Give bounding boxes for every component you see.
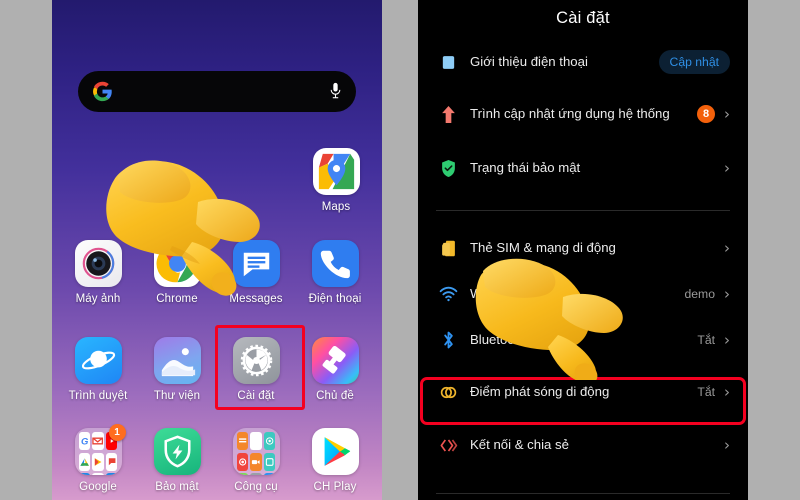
app-messages[interactable]: Messages [218, 240, 294, 305]
settings-row-label: Bluetooth [470, 331, 526, 347]
app-camera[interactable]: Máy ảnh [60, 240, 136, 305]
wifi-icon [432, 286, 464, 302]
left-phone-home-screen: Maps Máy ảnh Chrome Messages Điện thoại … [52, 0, 382, 500]
settings-group-1: Giới thiệu điện thoại Cập nhật Trình cập… [418, 40, 748, 192]
app-chrome[interactable]: Chrome [139, 240, 215, 305]
app-label: Chủ đề [316, 390, 354, 402]
phone-info-icon [432, 54, 464, 71]
sim-card-icon [432, 239, 464, 258]
settings-row-label: Kết nối & chia sẻ [470, 436, 569, 452]
app-label: Máy ảnh [75, 293, 121, 305]
connection-share-icon [432, 436, 464, 455]
app-grid: Maps Máy ảnh Chrome Messages Điện thoại … [52, 0, 382, 500]
update-count-badge: 8 [697, 105, 715, 123]
app-phone[interactable]: Điện thoại [297, 240, 373, 305]
chevron-right-icon: › [724, 284, 730, 303]
system-update-arrow-icon [432, 105, 464, 124]
settings-row-label: Thẻ SIM & mạng di động [470, 239, 616, 255]
bluetooth-icon [432, 330, 464, 350]
app-label: Chrome [156, 293, 198, 305]
settings-row-value: Tắt [697, 333, 715, 347]
app-folder-google[interactable]: G 1 Google [60, 424, 136, 493]
screenshot-stage: Maps Máy ảnh Chrome Messages Điện thoại … [0, 0, 800, 500]
app-label: Messages [229, 293, 283, 305]
settings-row-bluetooth[interactable]: Bluetooth Tắt › [418, 317, 748, 363]
google-folder-icon: G 1 [74, 424, 126, 475]
settings-row-wlan[interactable]: WLAN demo › [418, 271, 748, 317]
gallery-icon [153, 337, 201, 384]
phone-icon [311, 240, 359, 287]
app-label: Công cụ [234, 481, 278, 493]
svg-text:G: G [80, 436, 88, 447]
app-label: Bảo mật [155, 481, 199, 493]
settings-group-2: Thẻ SIM & mạng di động › WLAN demo › Blu… [418, 225, 748, 469]
settings-row-label: Trình cập nhật ứng dụng hệ thống [470, 105, 670, 121]
right-phone-settings-screen: Cài đặt Giới thiệu điện thoại Cập nhật T… [418, 0, 748, 500]
app-label: CH Play [313, 481, 357, 493]
app-gallery[interactable]: Thư viện [139, 337, 215, 402]
browser-icon [74, 337, 122, 384]
highlight-box-settings-app [215, 325, 305, 410]
update-button[interactable]: Cập nhật [658, 50, 730, 74]
folder-badge: 1 [108, 424, 126, 441]
chevron-right-icon: › [724, 238, 730, 257]
app-maps[interactable]: Maps [298, 148, 374, 213]
security-check-shield-icon [432, 159, 464, 178]
settings-row-system-updater[interactable]: Trình cập nhật ứng dụng hệ thống 8 › [418, 84, 748, 144]
play-store-icon [311, 428, 359, 475]
settings-row-value: demo [684, 287, 716, 301]
settings-row-label: WLAN [470, 285, 509, 301]
messages-icon [232, 240, 280, 287]
settings-row-label: Trạng thái bảo mật [470, 159, 581, 175]
chevron-right-icon: › [724, 158, 730, 177]
chevron-right-icon: › [724, 330, 730, 349]
app-folder-tools[interactable]: Công cụ [218, 428, 294, 493]
settings-row-connection-sharing[interactable]: Kết nối & chia sẻ › [418, 421, 748, 469]
settings-row-sim-mobile-network[interactable]: Thẻ SIM & mạng di động › [418, 225, 748, 271]
camera-icon [74, 240, 122, 287]
app-label: Trình duyệt [68, 390, 128, 402]
app-label: Maps [321, 201, 351, 213]
chevron-right-icon: › [724, 435, 730, 454]
settings-row-label: Giới thiệu điện thoại [470, 53, 588, 69]
section-divider [436, 210, 730, 211]
highlight-box-hotspot-row [420, 377, 746, 425]
app-label: Điện thoại [308, 293, 362, 305]
section-divider-bottom [436, 493, 730, 494]
tools-folder-icon [232, 428, 280, 475]
app-play-store[interactable]: CH Play [297, 428, 373, 493]
page-title: Cài đặt [556, 9, 610, 27]
app-security[interactable]: Bảo mật [139, 428, 215, 493]
chevron-right-icon: › [724, 104, 730, 123]
security-shield-icon [153, 428, 201, 475]
app-browser[interactable]: Trình duyệt [60, 337, 136, 402]
settings-row-security-status[interactable]: Trạng thái bảo mật › [418, 144, 748, 192]
settings-row-phone-info[interactable]: Giới thiệu điện thoại Cập nhật [418, 40, 748, 84]
chrome-icon [153, 240, 201, 287]
app-label: Thư viện [153, 390, 201, 402]
app-label: Google [79, 481, 117, 493]
themes-icon [311, 337, 359, 384]
google-maps-icon [312, 148, 360, 195]
app-themes[interactable]: Chủ đề [297, 337, 373, 402]
